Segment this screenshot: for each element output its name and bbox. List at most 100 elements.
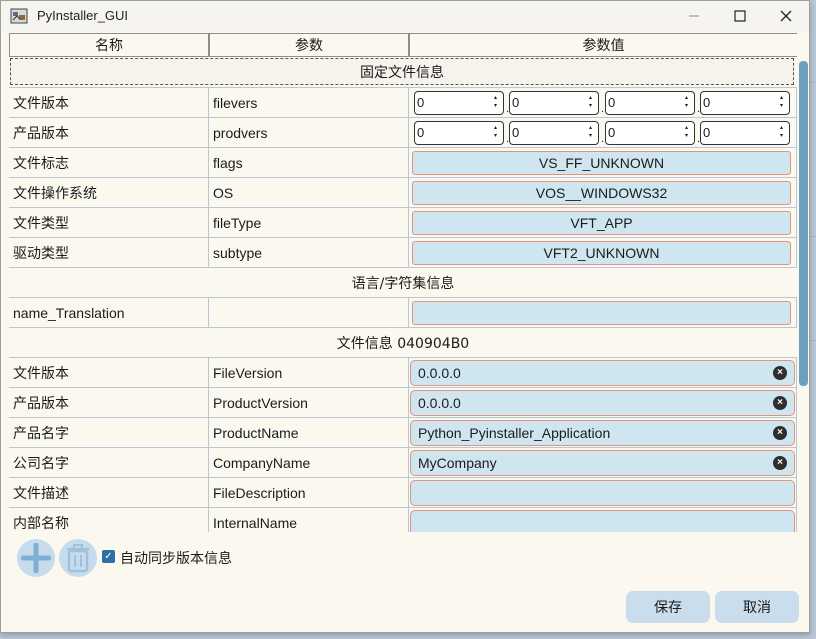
row-value: VFT2_UNKNOWN — [409, 238, 797, 267]
version-spinbox[interactable]: 0 ▴ ▾ — [605, 91, 695, 115]
row-value: MyCompany × — [409, 448, 797, 477]
close-button[interactable] — [763, 1, 809, 31]
spin-value: 0 — [608, 95, 616, 110]
clear-icon[interactable]: × — [773, 366, 787, 380]
spin-arrows-icon[interactable]: ▴ ▾ — [685, 94, 690, 110]
scrollbar-thumb[interactable] — [799, 61, 808, 386]
row-value — [409, 478, 797, 507]
delete-button[interactable] — [59, 539, 97, 577]
table-row[interactable]: name_Translation — [9, 298, 797, 328]
row-value: 0.0.0.0 × — [409, 358, 797, 387]
spin-value: 0 — [608, 125, 616, 140]
version-spinbox[interactable]: 0 ▴ ▾ — [509, 91, 599, 115]
table-row[interactable]: 驱动类型 subtype VFT2_UNKNOWN — [9, 238, 797, 268]
row-param: InternalName — [209, 508, 409, 532]
clear-icon[interactable]: × — [773, 426, 787, 440]
row-param: FileVersion — [209, 358, 409, 387]
row-param — [209, 298, 409, 327]
section-row-file[interactable]: 文件信息 040904B0 — [9, 328, 797, 358]
fileversion-input[interactable]: 0.0.0.0 × — [410, 360, 795, 386]
table-row[interactable]: 文件版本 FileVersion 0.0.0.0 × — [9, 358, 797, 388]
row-param: ProductVersion — [209, 388, 409, 417]
column-header-name[interactable]: 名称 — [9, 33, 209, 57]
table-row[interactable]: 文件类型 fileType VFT_APP — [9, 208, 797, 238]
spin-arrows-icon[interactable]: ▴ ▾ — [589, 124, 594, 140]
row-name: 文件操作系统 — [9, 178, 209, 207]
spin-arrows-icon[interactable]: ▴ ▾ — [494, 94, 499, 110]
version-spinbox[interactable]: 0 ▴ ▾ — [509, 121, 599, 145]
table-row[interactable]: 产品版本 prodvers 0 ▴ ▾ . 0 ▴ ▾ . 0 ▴ ▾ . 0 ▴ ▾ — [9, 118, 797, 148]
spin-value: 0 — [703, 95, 711, 110]
filedescription-input[interactable] — [410, 480, 795, 506]
row-value: 0 ▴ ▾ . 0 ▴ ▾ . 0 ▴ ▾ . 0 ▴ ▾ — [409, 88, 797, 117]
table-row[interactable]: 内部名称 InternalName — [9, 508, 797, 532]
window-title: PyInstaller_GUI — [37, 8, 129, 23]
flags-combobox[interactable]: VS_FF_UNKNOWN — [412, 151, 791, 175]
productname-input[interactable]: Python_Pyinstaller_Application × — [410, 420, 795, 446]
os-combobox[interactable]: VOS__WINDOWS32 — [412, 181, 791, 205]
input-value: 0.0.0.0 — [418, 365, 461, 381]
column-header-param[interactable]: 参数 — [209, 33, 409, 57]
table-row[interactable]: 文件操作系统 OS VOS__WINDOWS32 — [9, 178, 797, 208]
add-icon — [21, 543, 51, 573]
translation-combobox[interactable] — [412, 301, 791, 325]
section-row-lang[interactable]: 语言/字符集信息 — [9, 268, 797, 298]
row-value: 0.0.0.0 × — [409, 388, 797, 417]
table-row[interactable]: 文件版本 filevers 0 ▴ ▾ . 0 ▴ ▾ . 0 ▴ ▾ . 0 ▴ ▾ — [9, 88, 797, 118]
spin-arrows-icon[interactable]: ▴ ▾ — [589, 94, 594, 110]
minimize-button[interactable] — [671, 1, 717, 31]
spin-arrows-icon[interactable]: ▴ ▾ — [780, 124, 785, 140]
internalname-input[interactable] — [410, 510, 795, 532]
row-param: subtype — [209, 238, 409, 267]
input-value: MyCompany — [418, 455, 497, 471]
spin-value: 0 — [417, 125, 425, 140]
spin-arrows-icon[interactable]: ▴ ▾ — [780, 94, 785, 110]
subtype-combobox[interactable]: VFT2_UNKNOWN — [412, 241, 791, 265]
table-row[interactable]: 文件标志 flags VS_FF_UNKNOWN — [9, 148, 797, 178]
version-spinbox[interactable]: 0 ▴ ▾ — [700, 91, 790, 115]
minimize-icon — [689, 15, 699, 17]
row-name: 产品版本 — [9, 118, 209, 147]
add-button[interactable] — [17, 539, 55, 577]
row-name: 内部名称 — [9, 508, 209, 532]
clear-icon[interactable]: × — [773, 456, 787, 470]
version-spinbox[interactable]: 0 ▴ ▾ — [605, 121, 695, 145]
spin-arrows-icon[interactable]: ▴ ▾ — [494, 124, 499, 140]
cancel-button[interactable]: 取消 — [715, 591, 799, 623]
row-value: VFT_APP — [409, 208, 797, 237]
version-info-table[interactable]: 名称 参数 参数值 固定文件信息 文件版本 filevers 0 ▴ ▾ . 0 ▴ ▾… — [9, 33, 809, 532]
row-param: prodvers — [209, 118, 409, 147]
section-row-fixed[interactable]: 固定文件信息 — [9, 57, 797, 88]
version-spinbox[interactable]: 0 ▴ ▾ — [414, 91, 504, 115]
row-name: name_Translation — [9, 298, 209, 327]
row-value: VOS__WINDOWS32 — [409, 178, 797, 207]
table-row[interactable]: 产品版本 ProductVersion 0.0.0.0 × — [9, 388, 797, 418]
main-window: PyInstaller_GUI 名称 参数 参数值 固定文件信息 文件版本 fi… — [0, 0, 810, 633]
save-button[interactable]: 保存 — [626, 591, 710, 623]
clear-icon[interactable]: × — [773, 396, 787, 410]
table-row[interactable]: 文件描述 FileDescription — [9, 478, 797, 508]
input-value: 0.0.0.0 — [418, 395, 461, 411]
dot-separator: . — [601, 104, 605, 115]
table-row[interactable]: 公司名字 CompanyName MyCompany × — [9, 448, 797, 478]
auto-sync-label[interactable]: 自动同步版本信息 — [120, 548, 232, 568]
dot-separator: . — [601, 134, 605, 145]
table-row[interactable]: 产品名字 ProductName Python_Pyinstaller_Appl… — [9, 418, 797, 448]
close-icon — [780, 10, 792, 22]
maximize-button[interactable] — [717, 1, 763, 31]
version-spinbox[interactable]: 0 ▴ ▾ — [414, 121, 504, 145]
maximize-icon — [734, 10, 746, 22]
version-spinbox[interactable]: 0 ▴ ▾ — [700, 121, 790, 145]
companyname-input[interactable]: MyCompany × — [410, 450, 795, 476]
row-value — [409, 508, 797, 532]
row-name: 文件描述 — [9, 478, 209, 507]
filetype-combobox[interactable]: VFT_APP — [412, 211, 791, 235]
row-name: 文件版本 — [9, 358, 209, 387]
auto-sync-checkbox[interactable]: ✓ — [102, 550, 115, 563]
row-name: 公司名字 — [9, 448, 209, 477]
row-name: 驱动类型 — [9, 238, 209, 267]
productversion-input[interactable]: 0.0.0.0 × — [410, 390, 795, 416]
spin-arrows-icon[interactable]: ▴ ▾ — [685, 124, 690, 140]
row-param: filevers — [209, 88, 409, 117]
column-header-value[interactable]: 参数值 — [409, 33, 798, 57]
